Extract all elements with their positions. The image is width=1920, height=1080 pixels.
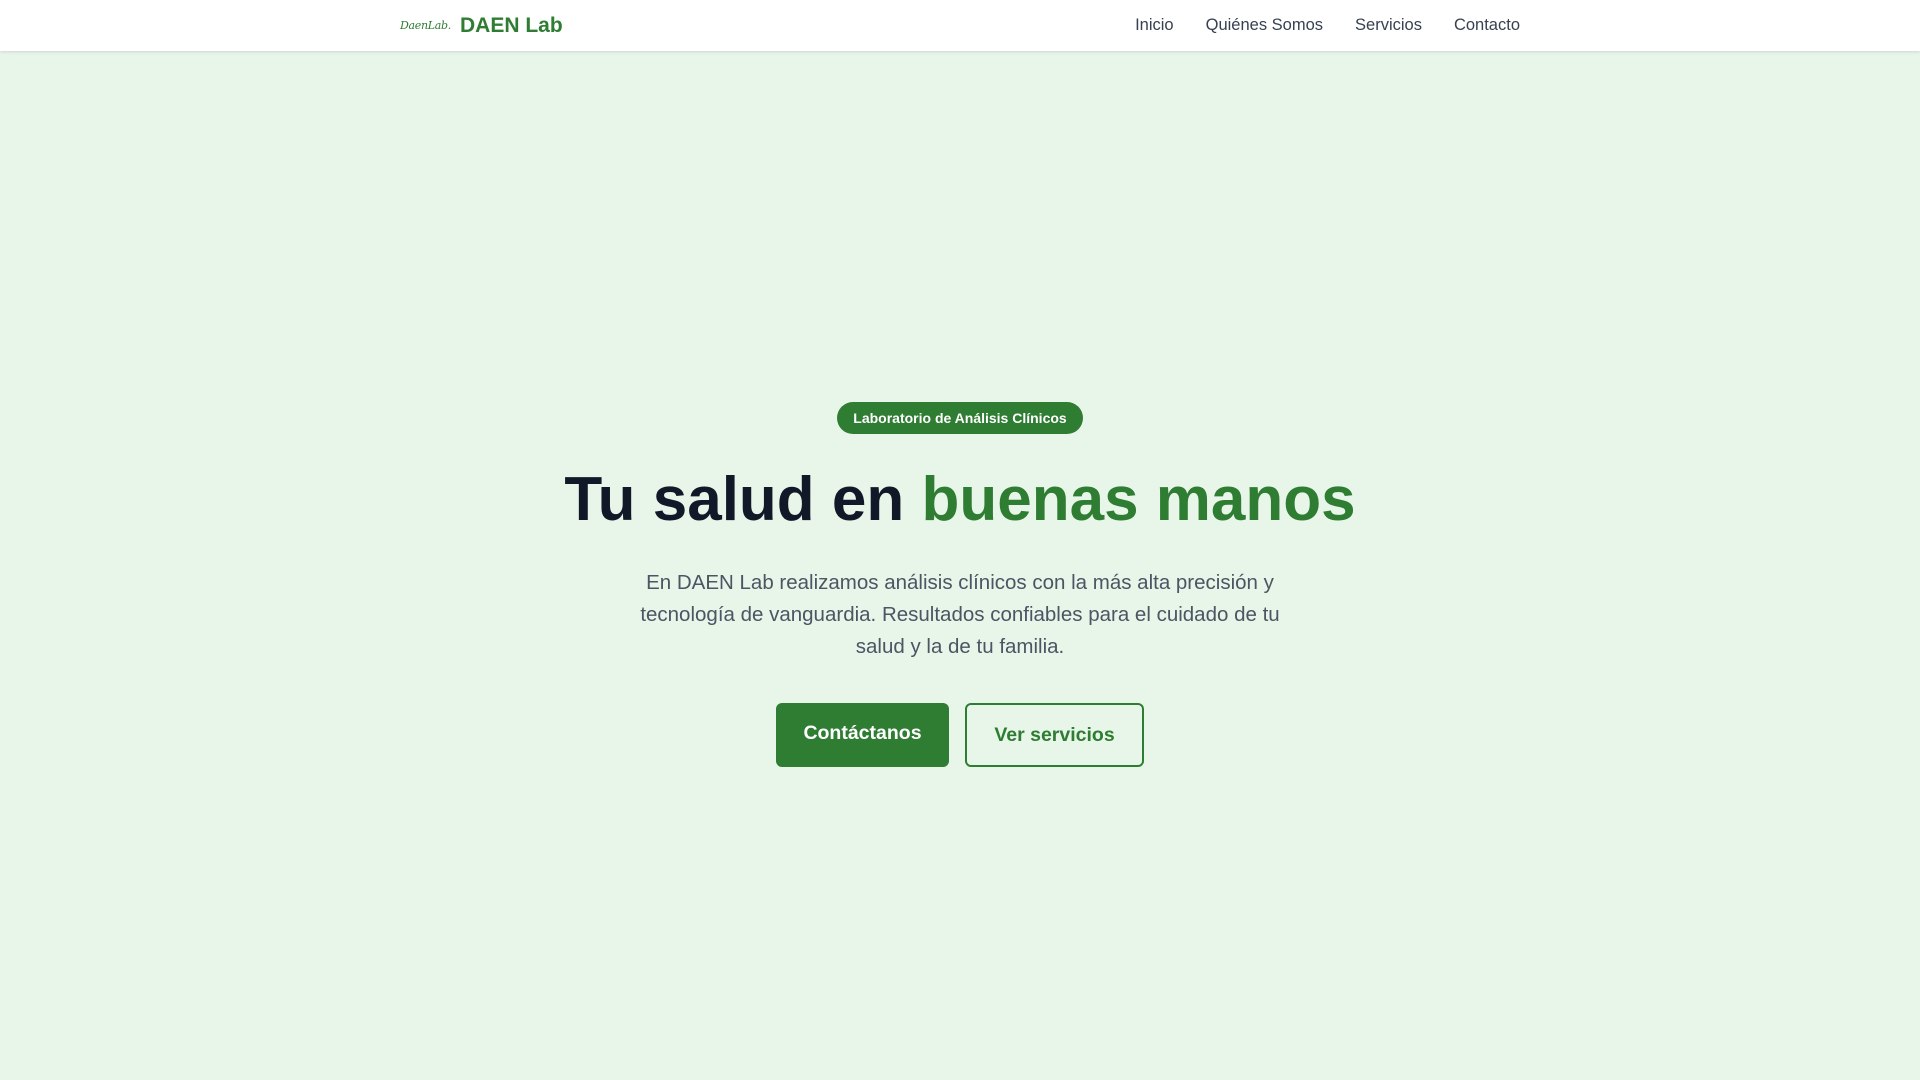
view-services-button[interactable]: Ver servicios — [965, 703, 1144, 767]
hero-title-main: Tu salud en — [564, 465, 922, 534]
hero-actions: Contáctanos Ver servicios — [776, 703, 1144, 767]
main-nav: Inicio Quiénes Somos Servicios Contacto — [1135, 16, 1520, 35]
contact-button[interactable]: Contáctanos — [776, 703, 949, 767]
nav-servicios[interactable]: Servicios — [1355, 16, 1422, 35]
brand-name: DAEN Lab — [460, 13, 563, 37]
hero-section: Laboratorio de Análisis Clínicos Tu salu… — [0, 51, 1920, 1080]
nav-inicio[interactable]: Inicio — [1135, 16, 1174, 35]
hero-description: En DAEN Lab realizamos análisis clínicos… — [640, 571, 1280, 658]
brand-home-link[interactable]: DaenLab. DAEN Lab — [400, 14, 563, 38]
daen-lab-logo: DaenLab. — [400, 19, 451, 32]
hero-title: Tu salud en buenas manos — [564, 462, 1355, 538]
category-badge: Laboratorio de Análisis Clínicos — [837, 402, 1083, 434]
nav-contacto[interactable]: Contacto — [1454, 16, 1520, 35]
nav-quienes-somos[interactable]: Quiénes Somos — [1206, 16, 1323, 35]
site-header: DaenLab. DAEN Lab Inicio Quiénes Somos S… — [0, 0, 1920, 51]
hero-title-accent: buenas manos — [921, 465, 1356, 534]
